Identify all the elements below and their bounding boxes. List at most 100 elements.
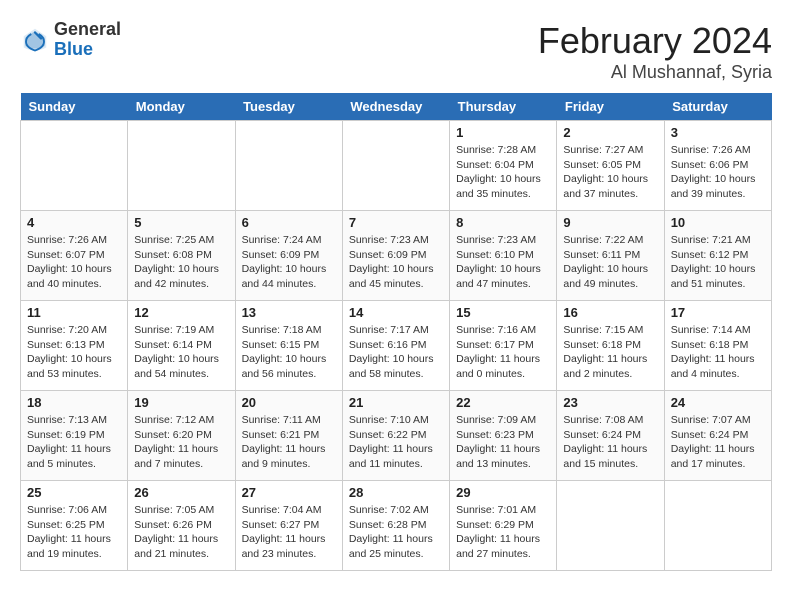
day-header-monday: Monday (128, 93, 235, 121)
calendar-week-4: 18 Sunrise: 7:13 AMSunset: 6:19 PMDaylig… (21, 391, 772, 481)
day-info: Sunrise: 7:26 AMSunset: 6:06 PMDaylight:… (671, 143, 765, 202)
day-number: 3 (671, 125, 765, 140)
day-info: Sunrise: 7:12 AMSunset: 6:20 PMDaylight:… (134, 413, 228, 472)
day-info: Sunrise: 7:24 AMSunset: 6:09 PMDaylight:… (242, 233, 336, 292)
calendar-cell: 26 Sunrise: 7:05 AMSunset: 6:26 PMDaylig… (128, 481, 235, 571)
day-number: 24 (671, 395, 765, 410)
calendar-cell: 14 Sunrise: 7:17 AMSunset: 6:16 PMDaylig… (342, 301, 449, 391)
day-number: 8 (456, 215, 550, 230)
day-number: 13 (242, 305, 336, 320)
day-number: 15 (456, 305, 550, 320)
day-info: Sunrise: 7:27 AMSunset: 6:05 PMDaylight:… (563, 143, 657, 202)
day-info: Sunrise: 7:06 AMSunset: 6:25 PMDaylight:… (27, 503, 121, 562)
logo-blue: Blue (54, 40, 121, 60)
day-number: 4 (27, 215, 121, 230)
logo: General Blue (20, 20, 121, 60)
day-info: Sunrise: 7:15 AMSunset: 6:18 PMDaylight:… (563, 323, 657, 382)
day-info: Sunrise: 7:23 AMSunset: 6:10 PMDaylight:… (456, 233, 550, 292)
day-info: Sunrise: 7:28 AMSunset: 6:04 PMDaylight:… (456, 143, 550, 202)
calendar-week-2: 4 Sunrise: 7:26 AMSunset: 6:07 PMDayligh… (21, 211, 772, 301)
day-info: Sunrise: 7:19 AMSunset: 6:14 PMDaylight:… (134, 323, 228, 382)
month-title: February 2024 (538, 20, 772, 62)
calendar-cell: 18 Sunrise: 7:13 AMSunset: 6:19 PMDaylig… (21, 391, 128, 481)
day-info: Sunrise: 7:07 AMSunset: 6:24 PMDaylight:… (671, 413, 765, 472)
calendar-cell: 10 Sunrise: 7:21 AMSunset: 6:12 PMDaylig… (664, 211, 771, 301)
day-number: 27 (242, 485, 336, 500)
day-header-sunday: Sunday (21, 93, 128, 121)
calendar-cell: 2 Sunrise: 7:27 AMSunset: 6:05 PMDayligh… (557, 121, 664, 211)
day-info: Sunrise: 7:13 AMSunset: 6:19 PMDaylight:… (27, 413, 121, 472)
day-number: 21 (349, 395, 443, 410)
calendar-week-1: 1 Sunrise: 7:28 AMSunset: 6:04 PMDayligh… (21, 121, 772, 211)
calendar-cell: 12 Sunrise: 7:19 AMSunset: 6:14 PMDaylig… (128, 301, 235, 391)
day-info: Sunrise: 7:22 AMSunset: 6:11 PMDaylight:… (563, 233, 657, 292)
calendar-cell: 4 Sunrise: 7:26 AMSunset: 6:07 PMDayligh… (21, 211, 128, 301)
day-info: Sunrise: 7:26 AMSunset: 6:07 PMDaylight:… (27, 233, 121, 292)
day-number: 11 (27, 305, 121, 320)
day-info: Sunrise: 7:01 AMSunset: 6:29 PMDaylight:… (456, 503, 550, 562)
day-header-wednesday: Wednesday (342, 93, 449, 121)
day-number: 22 (456, 395, 550, 410)
calendar-cell: 19 Sunrise: 7:12 AMSunset: 6:20 PMDaylig… (128, 391, 235, 481)
calendar-cell: 15 Sunrise: 7:16 AMSunset: 6:17 PMDaylig… (450, 301, 557, 391)
calendar-cell: 8 Sunrise: 7:23 AMSunset: 6:10 PMDayligh… (450, 211, 557, 301)
day-number: 23 (563, 395, 657, 410)
day-number: 6 (242, 215, 336, 230)
day-number: 19 (134, 395, 228, 410)
day-number: 18 (27, 395, 121, 410)
day-number: 28 (349, 485, 443, 500)
calendar-cell: 29 Sunrise: 7:01 AMSunset: 6:29 PMDaylig… (450, 481, 557, 571)
logo-text: General Blue (54, 20, 121, 60)
calendar-cell: 1 Sunrise: 7:28 AMSunset: 6:04 PMDayligh… (450, 121, 557, 211)
day-number: 12 (134, 305, 228, 320)
day-info: Sunrise: 7:23 AMSunset: 6:09 PMDaylight:… (349, 233, 443, 292)
day-header-friday: Friday (557, 93, 664, 121)
day-info: Sunrise: 7:20 AMSunset: 6:13 PMDaylight:… (27, 323, 121, 382)
calendar-cell: 22 Sunrise: 7:09 AMSunset: 6:23 PMDaylig… (450, 391, 557, 481)
day-info: Sunrise: 7:05 AMSunset: 6:26 PMDaylight:… (134, 503, 228, 562)
calendar-week-5: 25 Sunrise: 7:06 AMSunset: 6:25 PMDaylig… (21, 481, 772, 571)
day-info: Sunrise: 7:14 AMSunset: 6:18 PMDaylight:… (671, 323, 765, 382)
calendar-cell (21, 121, 128, 211)
day-number: 7 (349, 215, 443, 230)
day-info: Sunrise: 7:08 AMSunset: 6:24 PMDaylight:… (563, 413, 657, 472)
calendar-cell (342, 121, 449, 211)
calendar-cell: 3 Sunrise: 7:26 AMSunset: 6:06 PMDayligh… (664, 121, 771, 211)
calendar-cell (128, 121, 235, 211)
calendar-table: SundayMondayTuesdayWednesdayThursdayFrid… (20, 93, 772, 571)
day-info: Sunrise: 7:25 AMSunset: 6:08 PMDaylight:… (134, 233, 228, 292)
calendar-cell: 24 Sunrise: 7:07 AMSunset: 6:24 PMDaylig… (664, 391, 771, 481)
logo-general: General (54, 20, 121, 40)
calendar-cell (664, 481, 771, 571)
day-info: Sunrise: 7:11 AMSunset: 6:21 PMDaylight:… (242, 413, 336, 472)
page-header: General Blue February 2024 Al Mushannaf,… (20, 20, 772, 83)
day-header-saturday: Saturday (664, 93, 771, 121)
calendar-cell: 9 Sunrise: 7:22 AMSunset: 6:11 PMDayligh… (557, 211, 664, 301)
calendar-cell: 6 Sunrise: 7:24 AMSunset: 6:09 PMDayligh… (235, 211, 342, 301)
day-number: 1 (456, 125, 550, 140)
calendar-cell: 13 Sunrise: 7:18 AMSunset: 6:15 PMDaylig… (235, 301, 342, 391)
day-info: Sunrise: 7:16 AMSunset: 6:17 PMDaylight:… (456, 323, 550, 382)
day-info: Sunrise: 7:17 AMSunset: 6:16 PMDaylight:… (349, 323, 443, 382)
day-number: 2 (563, 125, 657, 140)
day-number: 26 (134, 485, 228, 500)
calendar-cell (235, 121, 342, 211)
day-number: 20 (242, 395, 336, 410)
calendar-cell (557, 481, 664, 571)
calendar-cell: 20 Sunrise: 7:11 AMSunset: 6:21 PMDaylig… (235, 391, 342, 481)
calendar-cell: 21 Sunrise: 7:10 AMSunset: 6:22 PMDaylig… (342, 391, 449, 481)
day-info: Sunrise: 7:10 AMSunset: 6:22 PMDaylight:… (349, 413, 443, 472)
day-header-row: SundayMondayTuesdayWednesdayThursdayFrid… (21, 93, 772, 121)
calendar-cell: 28 Sunrise: 7:02 AMSunset: 6:28 PMDaylig… (342, 481, 449, 571)
day-number: 16 (563, 305, 657, 320)
calendar-cell: 17 Sunrise: 7:14 AMSunset: 6:18 PMDaylig… (664, 301, 771, 391)
title-area: February 2024 Al Mushannaf, Syria (538, 20, 772, 83)
day-info: Sunrise: 7:09 AMSunset: 6:23 PMDaylight:… (456, 413, 550, 472)
day-number: 14 (349, 305, 443, 320)
day-number: 9 (563, 215, 657, 230)
day-info: Sunrise: 7:04 AMSunset: 6:27 PMDaylight:… (242, 503, 336, 562)
day-info: Sunrise: 7:21 AMSunset: 6:12 PMDaylight:… (671, 233, 765, 292)
calendar-cell: 11 Sunrise: 7:20 AMSunset: 6:13 PMDaylig… (21, 301, 128, 391)
day-header-thursday: Thursday (450, 93, 557, 121)
day-number: 29 (456, 485, 550, 500)
